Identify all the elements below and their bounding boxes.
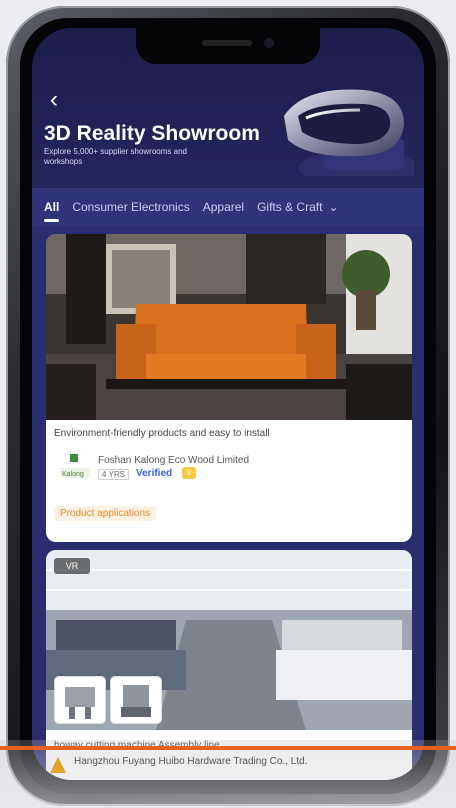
front-camera: [264, 38, 274, 48]
showroom-card[interactable]: Environment-friendly products and easy t…: [46, 234, 412, 542]
back-icon[interactable]: ‹: [50, 88, 58, 112]
speaker: [202, 40, 252, 46]
product-applications-tag[interactable]: Product applications: [54, 506, 157, 521]
page-title: 3D Reality Showroom: [44, 122, 260, 145]
company-name[interactable]: Hangzhou Fuyang Huibo Hardware Trading C…: [74, 756, 307, 767]
verified-badge: Verified: [136, 468, 173, 479]
product-thumbnail[interactable]: [110, 676, 162, 724]
tab-apparel[interactable]: Apparel: [203, 200, 244, 214]
product-thumbnail[interactable]: [54, 676, 106, 724]
svg-text:Kalong: Kalong: [62, 471, 84, 478]
tab-consumer-electronics[interactable]: Consumer Electronics: [72, 200, 189, 214]
company-info[interactable]: Kalong Foshan Kalong Eco Wood Limited 4 …: [54, 452, 404, 486]
vr-badge: VR: [54, 558, 90, 574]
tab-gifts-craft[interactable]: Gifts & Craft: [257, 200, 322, 214]
company-name[interactable]: Foshan Kalong Eco Wood Limited: [98, 455, 249, 466]
years-badge: 4 YRS: [98, 469, 129, 480]
accent-line: [0, 746, 456, 750]
category-tabs: All Consumer Electronics Apparel Gifts &…: [32, 188, 424, 226]
vr-headset-illustration: [284, 89, 414, 176]
showroom-description: Environment-friendly products and easy t…: [54, 428, 270, 439]
app-screen: ‹ 3D Reality Showroom Explore 5,000+ sup…: [32, 28, 424, 780]
chevron-down-icon[interactable]: ⌄: [328, 200, 338, 214]
phone-frame: ‹ 3D Reality Showroom Explore 5,000+ sup…: [6, 6, 450, 806]
phone-bezel: ‹ 3D Reality Showroom Explore 5,000+ sup…: [20, 18, 436, 794]
tab-all[interactable]: All: [44, 200, 60, 222]
showroom-photo[interactable]: [46, 234, 412, 420]
company-logo: Kalong: [60, 454, 90, 478]
showroom-feed[interactable]: Environment-friendly products and easy t…: [32, 226, 424, 780]
crown-icon: ♕: [182, 467, 196, 479]
page-subtitle: Explore 5,000+ supplier showrooms and wo…: [44, 147, 187, 166]
phone-notch: [136, 28, 320, 64]
company-logo: [50, 757, 66, 773]
